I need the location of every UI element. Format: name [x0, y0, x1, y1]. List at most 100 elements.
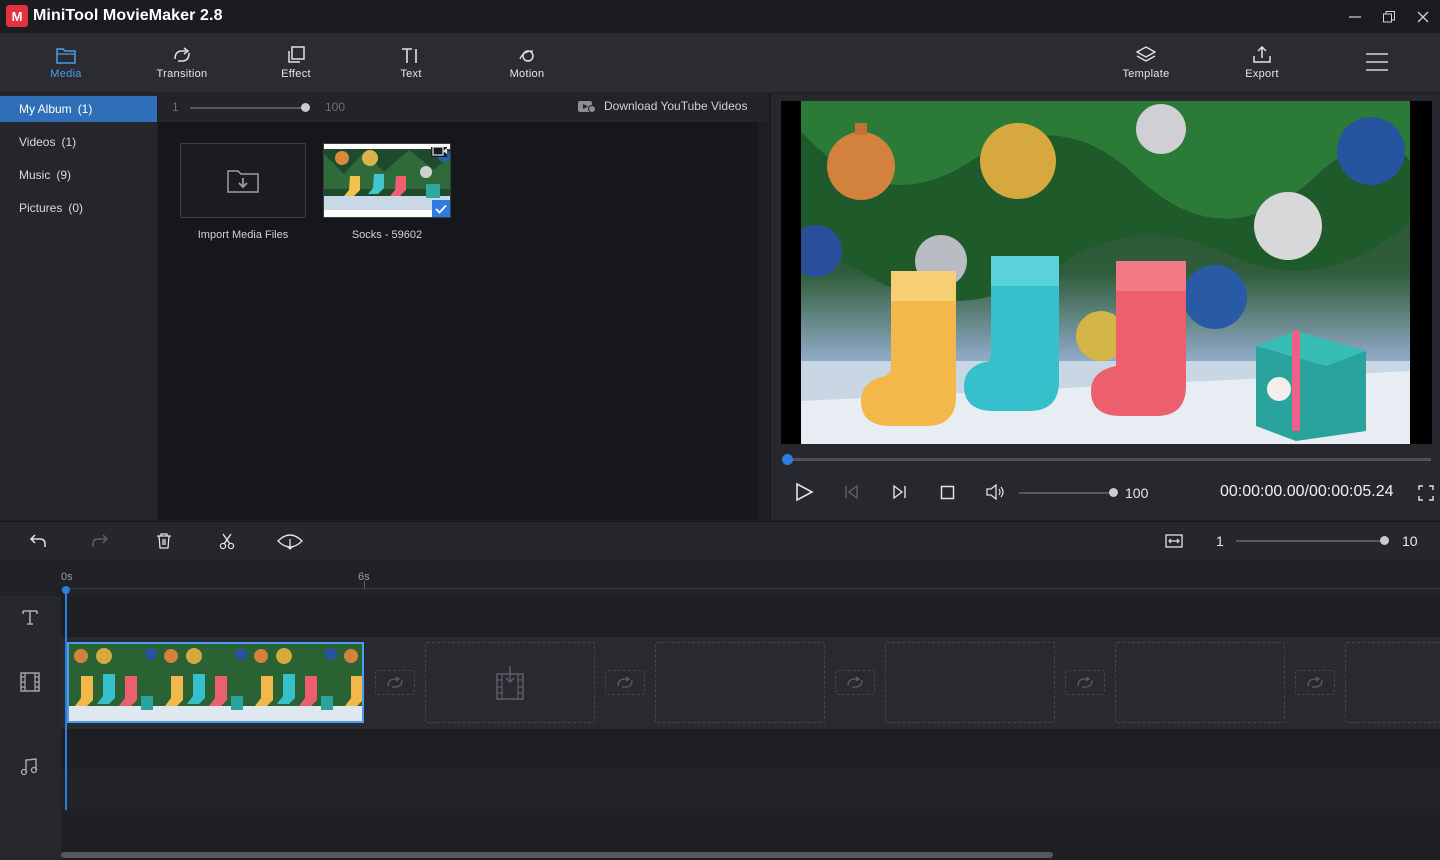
minimize-button[interactable] [1338, 0, 1372, 33]
video-clip-filmstrip [69, 644, 364, 723]
video-track-icon [20, 672, 40, 692]
export-button[interactable]: Export [1217, 33, 1307, 93]
close-button[interactable] [1406, 0, 1440, 33]
timeline-zoom-handle[interactable] [1380, 536, 1389, 545]
playhead[interactable] [65, 588, 67, 810]
delete-button[interactable] [156, 533, 172, 554]
timeline-scrollbar[interactable] [61, 852, 1053, 858]
fit-timeline-button[interactable] [1165, 533, 1183, 554]
play-icon [794, 482, 814, 502]
transition-slot[interactable] [375, 670, 415, 695]
timeline-zoom-slider[interactable] [1236, 540, 1386, 542]
transition-icon [172, 47, 192, 64]
undo-button[interactable] [29, 533, 47, 554]
timeline-ruler[interactable]: 0s 6s [0, 561, 1440, 596]
sidebar-item-my-album[interactable]: My Album(1) [0, 96, 157, 122]
title-bar: M MiniTool MovieMaker 2.8 [0, 0, 1440, 33]
import-media-button[interactable] [180, 143, 306, 218]
tab-motion-label: Motion [510, 68, 545, 80]
tab-text[interactable]: Text [366, 33, 456, 93]
tab-media[interactable]: Media [21, 33, 111, 93]
empty-clip-slot[interactable] [655, 642, 825, 723]
previous-frame-button[interactable] [844, 484, 860, 505]
zoom-min-label: 1 [172, 100, 179, 114]
empty-clip-slot[interactable] [1115, 642, 1285, 723]
selected-check-icon [432, 200, 450, 217]
transition-slot[interactable] [1295, 670, 1335, 695]
tab-effect[interactable]: Effect [251, 33, 341, 93]
text-icon [400, 47, 422, 64]
playback-time: 00:00:00.00/00:00:05.24 [1220, 483, 1394, 501]
fullscreen-button[interactable] [1418, 485, 1434, 506]
christmas-socks-frame [801, 101, 1410, 444]
next-frame-icon [891, 484, 907, 500]
tab-motion[interactable]: Motion [482, 33, 572, 93]
redo-button[interactable] [91, 533, 109, 554]
main-toolbar: Media Transition Effect Text Motion Temp… [0, 33, 1440, 93]
track-header-column [0, 596, 61, 860]
audio-split-icon [276, 533, 304, 551]
youtube-download-icon [578, 100, 596, 113]
empty-clip-slot[interactable] [1345, 642, 1440, 723]
text-track[interactable] [61, 596, 1440, 637]
sidebar-item-music[interactable]: Music (9) [0, 162, 157, 188]
menu-button[interactable] [1366, 53, 1388, 76]
transition-slot[interactable] [1065, 670, 1105, 695]
next-frame-button[interactable] [891, 484, 907, 505]
transition-slot[interactable] [835, 670, 875, 695]
sidebar-item-label: Music [19, 168, 50, 182]
zoom-max-label: 100 [325, 100, 345, 114]
media-toolbar: 1 100 Download YouTube Videos [158, 94, 768, 122]
minimize-icon [1349, 11, 1361, 23]
import-media-label: Import Media Files [170, 229, 316, 241]
sidebar-item-pictures[interactable]: Pictures (0) [0, 195, 157, 221]
media-file-label: Socks - 59602 [313, 229, 461, 241]
playback-progress-track[interactable] [786, 458, 1431, 461]
add-audio-split-button[interactable] [276, 533, 304, 556]
video-clip[interactable] [67, 642, 364, 723]
close-icon [1417, 11, 1429, 23]
add-clip-icon [496, 666, 524, 700]
export-label: Export [1245, 68, 1279, 80]
thumbnail-zoom-handle[interactable] [301, 103, 310, 112]
transition-icon [616, 676, 634, 690]
tab-media-label: Media [50, 68, 81, 80]
tab-transition[interactable]: Transition [137, 33, 227, 93]
speaker-icon [986, 484, 1006, 500]
empty-clip-slot[interactable] [425, 642, 595, 723]
hamburger-menu-icon [1366, 53, 1388, 71]
ruler-tick [364, 581, 365, 589]
effect-icon [286, 46, 306, 64]
transition-icon [1076, 676, 1094, 690]
empty-clip-slot[interactable] [885, 642, 1055, 723]
download-youtube-button[interactable]: Download YouTube Videos [578, 99, 747, 113]
template-button[interactable]: Template [1101, 33, 1191, 93]
media-thumbnail[interactable] [323, 143, 451, 218]
play-button[interactable] [794, 482, 814, 507]
sidebar-item-label: Pictures [19, 201, 62, 215]
transition-slot[interactable] [605, 670, 645, 695]
sidebar-item-count: (0) [68, 201, 83, 215]
playhead-handle[interactable] [62, 586, 70, 594]
sidebar-item-count: (9) [56, 168, 71, 182]
restore-button[interactable] [1372, 0, 1406, 33]
media-scrollbar[interactable] [758, 122, 768, 520]
sidebar-item-count: (1) [78, 102, 93, 116]
album-sidebar [0, 94, 157, 520]
playback-progress-handle[interactable] [782, 454, 793, 465]
undo-icon [29, 533, 47, 549]
split-button[interactable] [219, 533, 235, 555]
app-title: MiniTool MovieMaker 2.8 [33, 7, 223, 25]
volume-button[interactable] [986, 484, 1006, 505]
music-track-icon [20, 758, 38, 776]
music-track[interactable] [61, 729, 1440, 769]
stop-button[interactable] [940, 485, 955, 505]
tab-transition-label: Transition [157, 68, 208, 80]
sidebar-item-count: (1) [61, 135, 76, 149]
volume-slider[interactable] [1019, 492, 1114, 494]
import-folder-icon [226, 168, 260, 194]
volume-handle[interactable] [1109, 488, 1118, 497]
timeline-toolbar: 1 10 [0, 521, 1440, 561]
sidebar-item-videos[interactable]: Videos(1) [0, 129, 157, 155]
thumbnail-zoom-slider[interactable] [190, 107, 308, 109]
